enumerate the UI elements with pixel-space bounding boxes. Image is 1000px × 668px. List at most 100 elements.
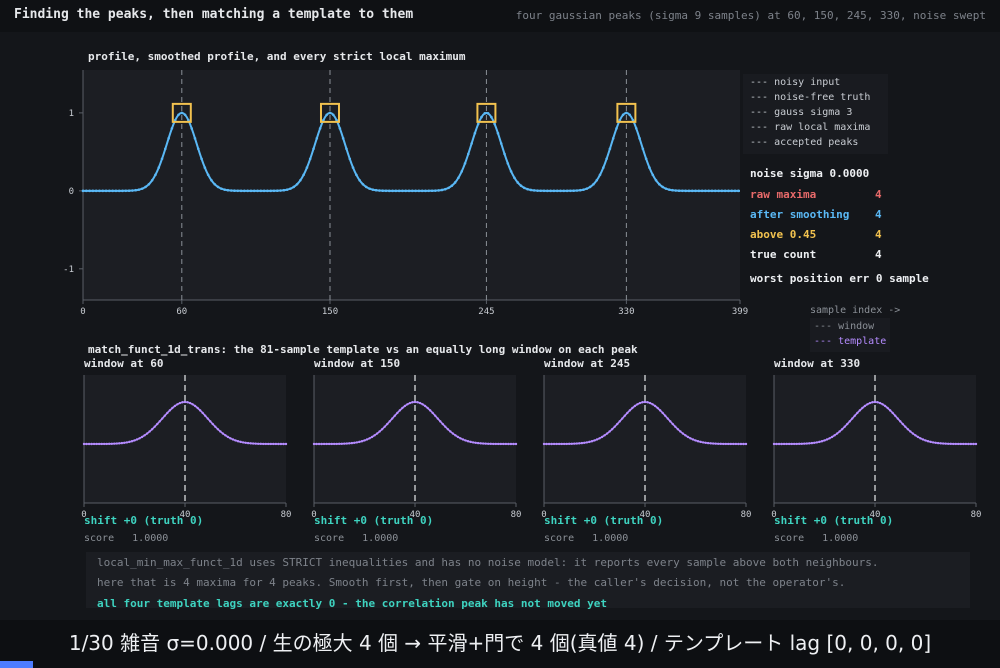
template-sample-dot — [711, 442, 715, 445]
template-sample-dot — [863, 404, 867, 408]
template-sample-dot — [866, 403, 869, 406]
template-sample-dot — [90, 442, 93, 446]
stat-smooth-label: after smoothing — [750, 208, 850, 221]
template-sample-dot — [618, 420, 621, 423]
profile-sample-dot — [401, 189, 404, 193]
template-sample-dot — [664, 414, 667, 417]
profile-sample-dot — [575, 189, 579, 192]
profile-sample-dot — [578, 188, 582, 192]
template-sample-dot — [353, 441, 356, 445]
profile-sample-dot — [269, 189, 273, 193]
template-sample-dot — [916, 435, 920, 439]
profile-sample-dot — [605, 157, 608, 161]
template-sample-dot — [474, 441, 477, 445]
profile-sample-dot — [509, 170, 513, 173]
template-sample-dot — [171, 406, 174, 410]
profile-sample-dot — [714, 189, 717, 193]
template-sample-dot — [251, 442, 255, 445]
profile-sample-dot — [262, 189, 266, 193]
template-sample-dot — [542, 442, 546, 446]
template-sample-dot — [380, 428, 384, 431]
template-sample-dot — [545, 442, 548, 446]
template-sample-dot — [939, 442, 942, 445]
template-sample-dot — [330, 442, 333, 446]
profile-sample-dot — [81, 189, 85, 193]
template-sample-dot — [191, 403, 194, 406]
template-sample-dot — [406, 403, 409, 406]
template-sample-dot — [231, 438, 235, 441]
template-sample-dot — [560, 442, 563, 446]
stat-raw-label: raw maxima — [750, 188, 817, 201]
template-sample-dot — [610, 428, 614, 431]
profile-sample-dot — [203, 166, 207, 169]
profile-sample-dot — [595, 178, 599, 182]
profile-sample-dot — [150, 178, 154, 182]
profile-sample-dot — [644, 157, 648, 161]
profile-sample-dot — [473, 131, 477, 135]
template-sample-dot — [803, 442, 806, 445]
template-sample-dot — [568, 442, 571, 446]
template-sample-dot — [573, 442, 576, 445]
template-sample-dot — [926, 440, 930, 443]
template-sample-dot — [363, 439, 366, 442]
template-sample-dot — [641, 401, 644, 404]
template-sample-dot — [881, 403, 884, 406]
template-sample-dot — [815, 441, 819, 444]
profile-sample-dot — [249, 189, 253, 193]
template-sample-dot — [727, 442, 730, 446]
template-sample-dot — [85, 442, 88, 446]
template-sample-dot — [239, 440, 242, 444]
template-sample-dot — [681, 432, 685, 435]
template-sample-dot — [570, 442, 573, 445]
profile-sample-dot — [588, 185, 592, 189]
template-sample-dot — [426, 406, 429, 410]
template-sample-dot — [246, 441, 250, 445]
template-sample-dot — [444, 425, 447, 428]
template-sample-dot — [547, 442, 551, 446]
profile-sample-dot — [391, 189, 394, 193]
profile-sample-dot — [164, 147, 167, 151]
profile-sample-dot — [272, 189, 276, 193]
template-sample-dot — [782, 442, 786, 446]
profile-sample-dot — [516, 181, 520, 184]
template-sample-dot — [436, 417, 439, 420]
profile-sample-dot — [387, 189, 391, 193]
profile-sample-dot — [233, 189, 236, 193]
template-sample-dot — [466, 440, 470, 443]
template-sample-dot — [418, 401, 422, 405]
profile-sample-dot — [496, 131, 500, 135]
template-sample-dot — [793, 442, 796, 446]
template-sample-dot — [838, 430, 841, 433]
profile-sample-dot — [167, 137, 170, 140]
window-x-tick-label: 80 — [281, 510, 292, 520]
template-sample-dot — [161, 417, 164, 420]
template-sample-dot — [204, 414, 207, 417]
profile-sample-dot — [140, 187, 144, 190]
template-sample-dot — [883, 404, 887, 408]
template-sample-dot — [825, 438, 829, 441]
profile-sample-dot — [532, 189, 536, 192]
template-sample-dot — [391, 417, 394, 420]
template-sample-dot — [320, 442, 323, 446]
template-sample-dot — [959, 442, 963, 446]
template-sample-dot — [894, 414, 897, 417]
profile-sample-dot — [137, 188, 141, 191]
note-line-3: all four template lags are exactly 0 - t… — [97, 597, 607, 610]
template-sample-dot — [739, 442, 743, 446]
template-sample-dot — [492, 442, 495, 446]
profile-sample-dot — [585, 187, 589, 190]
template-sample-dot — [671, 422, 674, 426]
footer-caption: 1/30 雑音 σ=0.000 / 生の極大 4 個 → 平滑+門で 4 個(真… — [68, 631, 932, 655]
template-sample-dot — [823, 439, 826, 442]
template-sample-dot — [312, 442, 316, 446]
profile-sample-dot — [98, 189, 101, 193]
profile-sample-dot — [460, 170, 464, 173]
profile-sample-dot — [239, 189, 243, 193]
profile-sample-dot — [170, 127, 174, 130]
template-sample-dot — [871, 401, 874, 404]
template-sample-dot — [234, 439, 237, 442]
template-sample-dot — [254, 442, 257, 445]
template-sample-dot — [350, 441, 354, 445]
template-sample-dot — [722, 442, 725, 446]
template-sample-dot — [156, 422, 159, 426]
